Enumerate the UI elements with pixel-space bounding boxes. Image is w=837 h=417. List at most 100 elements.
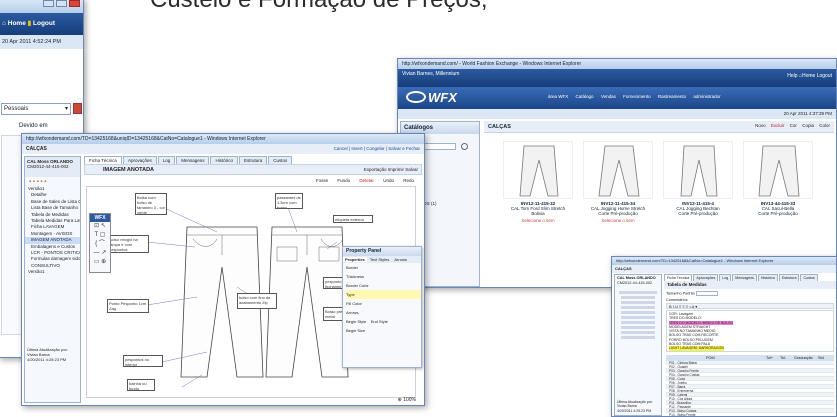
product-card[interactable]: INV12-11-415-32 CAL Tom Ford Slim Stretc… xyxy=(503,141,573,223)
nav-rastreamento[interactable]: Rastreamento xyxy=(658,94,686,99)
delete-button[interactable]: Excluir xyxy=(771,123,785,128)
color-button[interactable]: Cor xyxy=(790,123,797,128)
export-button[interactable]: Exportação xyxy=(364,167,387,172)
tab-log[interactable]: Log xyxy=(719,274,732,281)
undo-button[interactable]: Undo xyxy=(383,178,394,183)
colorway-button[interactable]: Color xyxy=(819,123,830,128)
tab-ficha-tecnica[interactable]: Ficha Técnica xyxy=(664,274,693,281)
close-shape-button[interactable]: Fosse xyxy=(316,178,328,183)
main-tree-pane: CAL Moss ORLANDO CM2012-44-415-002 ▪ ▪ ▪… xyxy=(24,156,81,403)
tab-mensagens[interactable]: Mensagens xyxy=(176,156,210,164)
tool-icons[interactable]: ⊡ ↖ T ▢{ ⌒ — ↗ ▭ ⊕ xyxy=(90,222,110,267)
insert-button[interactable]: Insert xyxy=(351,146,362,151)
close-button[interactable] xyxy=(69,0,80,7)
property-row[interactable]: Begin Style End Style xyxy=(346,317,421,326)
print-button[interactable]: Imprimir xyxy=(388,167,404,172)
tab-properties[interactable]: Properties xyxy=(343,257,367,262)
logout-link[interactable]: Logout xyxy=(817,73,832,79)
tab-custos[interactable]: Custos xyxy=(268,156,293,164)
footer-date: 4/20/2011 4:25:23 PM xyxy=(617,408,652,413)
nav-fornecimento[interactable]: Fornecimento xyxy=(623,94,651,99)
background-button[interactable]: Fundo xyxy=(337,178,350,183)
product-header: CAL Moss ORLANDO CM2012-44-415-002 xyxy=(25,157,80,177)
third-tabs: Ficha Técnica Aprovações Log Mensagens Histó… xyxy=(664,274,836,281)
home-link[interactable]: Home xyxy=(8,20,26,27)
nav-administrador[interactable]: administrador xyxy=(693,94,720,99)
annotation-note[interactable]: bolso com fino de acabamento Zip xyxy=(237,293,277,309)
tab-estrutura[interactable]: Estrutura xyxy=(778,274,800,281)
new-button[interactable]: Novo xyxy=(755,123,766,128)
tool-palette-header: WFX xyxy=(90,214,110,222)
annotation-note[interactable]: passantes de 1.5cm com botao xyxy=(275,193,303,209)
select-item-link[interactable]: Selecione o item xyxy=(503,218,573,223)
nav-area-wfx[interactable]: área WFX xyxy=(548,94,568,99)
main-breadcrumb: CALÇAS xyxy=(26,146,47,152)
wfx-topbar: Vivian Barnes, Millennium Help ⌂Home Log… xyxy=(398,69,836,87)
delete-button[interactable]: Deletar xyxy=(359,178,374,183)
tab-estrutura[interactable]: Estrutura xyxy=(239,156,268,164)
zoom-indicator[interactable]: ⊕ 100% xyxy=(398,397,416,403)
nav-vendas[interactable]: Vendas xyxy=(601,94,616,99)
redo-button[interactable]: Redo xyxy=(403,178,414,183)
annotation-note[interactable]: pespontos no interior xyxy=(123,355,163,367)
property-row[interactable]: Type xyxy=(346,290,421,299)
tab-text-styles[interactable]: Text Styles xyxy=(368,257,391,262)
comments-editor[interactable]: COR: Lavagem TRES DO MODELO: TRES DO MOD… xyxy=(666,310,834,352)
third-product-code: CM2012-44-415-002 xyxy=(617,281,653,285)
image-title: IMAGEM ANOTADA xyxy=(103,167,155,173)
home-link[interactable]: Home xyxy=(802,73,815,79)
minimize-button[interactable] xyxy=(43,0,54,7)
maximize-button[interactable] xyxy=(56,0,67,7)
tab-ficha-tecnica[interactable]: Ficha Técnica xyxy=(84,156,122,164)
annotation-note[interactable]: bainha ou fundo xyxy=(127,379,155,391)
cancel-button[interactable]: Cancel xyxy=(334,146,348,151)
annotation-note[interactable]: etiqueta externa xyxy=(333,215,373,223)
property-row: Border xyxy=(346,265,359,270)
table-row[interactable]: P14 - Bolso Frente xyxy=(666,413,834,416)
third-footer: Última Atualização por: Vivian Barna 4/2… xyxy=(617,400,653,414)
nav-catalogo[interactable]: Catálogo xyxy=(576,94,594,99)
freeze-button[interactable]: Congelar xyxy=(366,146,384,151)
wfx-catalog-window: http://wfxondemand.com/ - World Fashion … xyxy=(397,58,837,288)
product-status: Corte Pré-produção xyxy=(678,211,718,216)
tab-mensagens[interactable]: Mensagens xyxy=(732,274,757,281)
property-row[interactable]: Thickness xyxy=(346,272,421,281)
property-row[interactable]: Border Color xyxy=(346,281,421,290)
measurement-window: http://wfxondemand.com/TD=13425168&CatNo… xyxy=(611,256,837,417)
tab-aprovacoes[interactable]: Aprovações xyxy=(693,274,719,281)
tree-item[interactable]: Versão1 xyxy=(25,269,80,275)
property-row[interactable]: Begin Size xyxy=(346,326,421,335)
tab-custos[interactable]: Custos xyxy=(800,274,818,281)
tab-aprovacoes[interactable]: Aprovações xyxy=(122,156,157,164)
select-item-link[interactable]: Selecione o item xyxy=(583,218,653,223)
drawing-tool-palette: WFX ⊡ ↖ T ▢{ ⌒ — ↗ ▭ ⊕ xyxy=(89,213,111,273)
left-window-titlebar xyxy=(0,0,83,13)
tree-item[interactable]: Formulas damagem sido sm xyxy=(25,256,80,262)
annotation-note[interactable]: Bolsa com bolso de tamanho 3 - cor verde xyxy=(135,193,167,215)
zoom-level: 100% xyxy=(403,397,416,403)
search-icon[interactable] xyxy=(460,143,468,150)
tab-log[interactable]: Log xyxy=(157,156,176,164)
left-calendar-icon[interactable] xyxy=(73,103,82,114)
tab-historico[interactable]: Histórico xyxy=(210,156,238,164)
logout-link[interactable]: Logout xyxy=(33,20,55,27)
save-button[interactable]: Salvar xyxy=(405,167,418,172)
tree-item[interactable]: Lista Base de Tamanho xyxy=(25,205,80,211)
product-card[interactable]: INV13-44-415-33 CAL Sacul-Bella Corte Pr… xyxy=(743,141,813,216)
property-row[interactable]: Fill Color xyxy=(346,299,421,308)
help-link[interactable]: Help xyxy=(787,73,797,79)
tab-historico[interactable]: Histórico xyxy=(757,274,778,281)
tab-arrows[interactable]: Arrows xyxy=(392,257,408,262)
product-card[interactable]: INV12-11-415-34 CAL Jogging Home Stretch… xyxy=(583,141,653,223)
save-close-button[interactable]: Salvar e Fechar xyxy=(388,146,420,151)
copy-button[interactable]: Copia xyxy=(802,123,814,128)
logout-icon: ▮ xyxy=(27,20,32,27)
third-breadcrumb: CALÇAS xyxy=(612,265,836,273)
size-select[interactable] xyxy=(695,291,718,296)
annotation-note[interactable]: Bolso relogio na tampa e com pespontos xyxy=(107,235,149,253)
annotation-note[interactable]: Ponto Pesponto 1cm Zag xyxy=(107,299,149,313)
wfx-date-bar: 20 Apr 2011 4:37:39 PM xyxy=(398,109,836,119)
product-card[interactable]: INV12-11-415-4 CAL Jogging Bechtan Corte… xyxy=(663,141,733,216)
wfx-user: Vivian Barnes, Millennium xyxy=(402,71,460,77)
left-select[interactable]: Pessoais ▾ xyxy=(1,103,71,115)
